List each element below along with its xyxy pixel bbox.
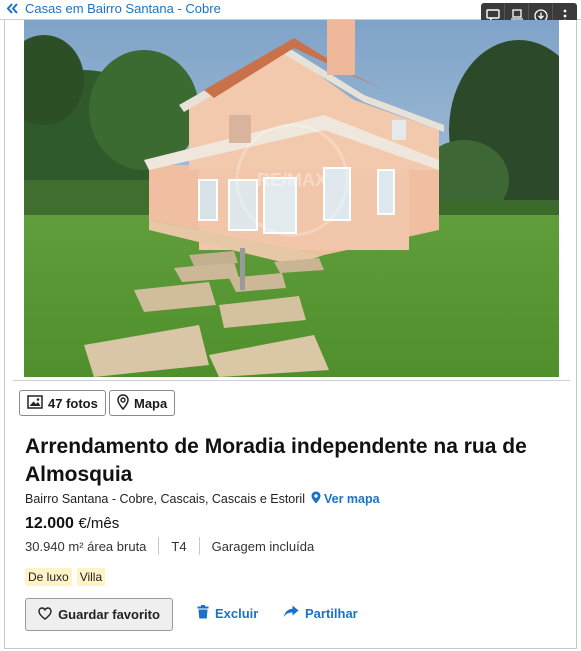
tag-badge: De luxo	[25, 568, 72, 586]
section-divider	[13, 380, 570, 381]
save-favorite-label: Guardar favorito	[58, 607, 160, 622]
location-text: Bairro Santana - Cobre, Cascais, Cascais…	[25, 492, 305, 506]
tag-badge: Villa	[76, 568, 106, 586]
listing-title: Arrendamento de Moradia independente na …	[25, 435, 527, 486]
listing-photo[interactable]: RE/MAX	[24, 20, 559, 377]
share-button[interactable]: Partilhar	[283, 605, 358, 621]
image-icon	[27, 394, 43, 412]
location-pin-icon	[311, 491, 321, 507]
price-unit: €/mês	[78, 515, 120, 532]
view-map-label: Ver mapa	[323, 492, 380, 506]
listing-card: RE/MAX 47 fotos Mapa Arrendamento de Mor…	[4, 20, 577, 649]
save-favorite-button[interactable]: Guardar favorito	[25, 598, 173, 631]
listing-tags: De luxo Villa	[25, 568, 106, 586]
share-arrow-icon	[283, 605, 299, 621]
photos-button[interactable]: 47 fotos	[19, 390, 106, 416]
photos-label: 47 fotos	[48, 395, 98, 411]
map-pin-icon	[117, 393, 129, 413]
listing-location: Bairro Santana - Cobre, Cascais, Cascais…	[25, 491, 380, 507]
listing-specs: 30.940 m² área bruta T4 Garagem incluída	[25, 537, 314, 555]
delete-button[interactable]: Excluir	[197, 605, 258, 622]
heart-icon	[38, 606, 52, 623]
delete-label: Excluir	[215, 606, 259, 621]
breadcrumb-back-link[interactable]: Casas em Bairro Santana - Cobre	[6, 1, 221, 16]
spec-separator	[158, 537, 160, 555]
breadcrumb-label: Casas em Bairro Santana - Cobre	[25, 1, 221, 16]
price-value: 12.000	[25, 515, 74, 532]
trash-icon	[197, 605, 209, 622]
spec-garage: Garagem incluída	[211, 538, 315, 554]
view-map-link[interactable]: Ver mapa	[311, 491, 380, 507]
spec-typology: T4	[171, 538, 187, 554]
spec-separator	[198, 537, 200, 555]
map-label: Mapa	[134, 395, 168, 411]
price: 12.000 €/mês	[25, 515, 119, 533]
double-chevron-left-icon	[6, 3, 19, 14]
map-button[interactable]: Mapa	[109, 390, 176, 416]
share-label: Partilhar	[305, 605, 358, 621]
spec-area: 30.940 m² área bruta	[25, 538, 147, 554]
watermark-text: RE/MAX	[257, 170, 327, 190]
